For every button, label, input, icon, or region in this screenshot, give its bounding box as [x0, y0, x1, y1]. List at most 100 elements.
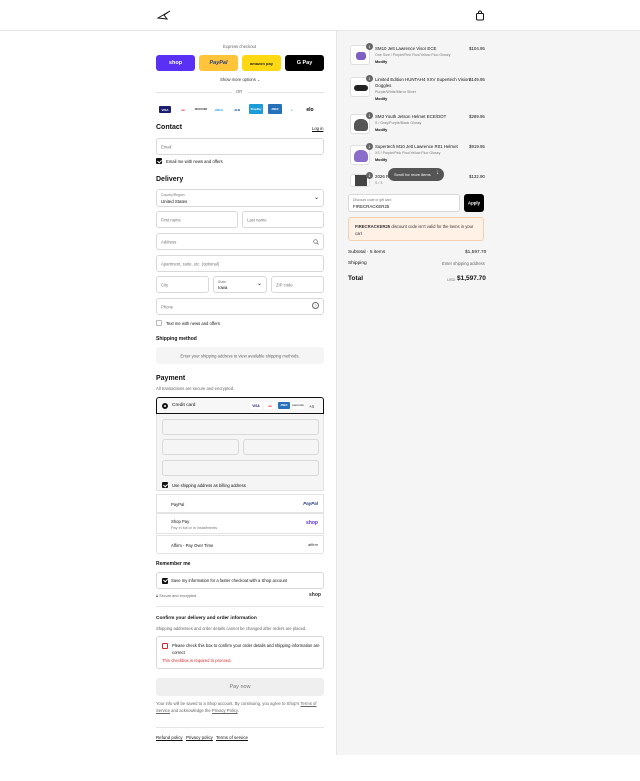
jcb-icon: JCB [231, 106, 243, 113]
card-name-field[interactable] [162, 460, 319, 476]
first-name-placeholder: First name [161, 217, 181, 222]
legal-text: Your info will be saved to a Shop accoun… [156, 701, 317, 713]
item-modify[interactable]: Modify [375, 97, 387, 101]
email-field[interactable]: Email [156, 138, 324, 155]
order-summary-pane [336, 31, 640, 755]
shipping-title: Shipping method [156, 336, 197, 342]
google-pay-label: G Pay [296, 60, 313, 66]
subtotal-value: $1,597.70 [465, 250, 487, 255]
pay-now-label: Pay now [229, 684, 251, 690]
city-placeholder: City [161, 282, 169, 287]
news-checkbox[interactable] [156, 158, 162, 164]
discount-label: Discount code or gift card [353, 198, 392, 202]
country-value: United States [161, 199, 188, 204]
confirm-checkbox[interactable] [162, 643, 168, 649]
elo-icon: elo [304, 106, 316, 113]
item-variant: S / Gray/Purple/Black Glossy [375, 121, 422, 125]
amex-icon: AMEX [278, 402, 290, 409]
amex-icon: AMEX [268, 104, 282, 114]
divider-left [156, 92, 232, 93]
paypal-button[interactable]: PayPal [199, 55, 238, 71]
remember-checkbox[interactable] [162, 577, 168, 584]
express-title: Express checkout [223, 44, 257, 49]
refund-policy-link[interactable]: Refund policy [156, 735, 183, 740]
card-form: Use shipping address as billing address [156, 414, 324, 491]
state-select[interactable]: State Iowa ⌄ [213, 276, 267, 293]
first-name-field[interactable]: First name [156, 211, 238, 228]
bag-icon[interactable] [475, 10, 485, 21]
phone-field[interactable]: Phone ? [156, 298, 324, 315]
item-qty-badge: 1 [366, 143, 373, 150]
email-placeholder: Email [161, 144, 172, 149]
currency-code: USD [447, 277, 456, 282]
zip-field[interactable]: ZIP code [271, 276, 324, 293]
card-cvv-field[interactable] [243, 439, 319, 455]
country-select[interactable]: Country/Region United States ⌄ [156, 189, 324, 207]
scroll-more-pill[interactable]: Scroll for more items ↓ [388, 168, 444, 181]
billing-checkbox[interactable] [162, 482, 168, 488]
privacy-link[interactable]: Privacy Policy [212, 708, 238, 713]
paypal-option[interactable]: PayPal PayPal [156, 494, 324, 513]
divider [156, 606, 324, 607]
item-modify[interactable]: Modify [375, 158, 387, 162]
apply-button[interactable]: Apply [464, 194, 484, 212]
affirm-icon: affirm [213, 106, 225, 113]
terms-of-service-link[interactable]: Terms of service [216, 735, 248, 740]
address-field[interactable]: Address [156, 233, 324, 250]
help-icon[interactable]: ? [312, 302, 319, 309]
item-price: $104.95 [469, 46, 485, 51]
billing-label: Use shipping address as billing address [172, 483, 246, 488]
chevron-down-icon: ⌄ [256, 281, 262, 287]
mastercard-icon: ●● [177, 106, 189, 113]
item-modify[interactable]: Modify [375, 60, 387, 64]
apartment-field[interactable]: Apartment, suite, etc. (optional) [156, 255, 324, 272]
diners-icon: ◐ [286, 106, 298, 113]
shop-pay-button[interactable]: shop [156, 55, 195, 71]
remember-title: Remember me [156, 561, 191, 567]
or-divider-text: OR [236, 89, 243, 94]
state-value: Iowa [218, 285, 228, 290]
total-value: $1,597.70 [457, 275, 486, 282]
lock-icon: 🔒︎ [156, 594, 159, 598]
visa-icon: VISA [159, 106, 171, 113]
discover-icon: DISCOVER [292, 402, 304, 409]
amazon-pay-button[interactable]: amazon pay [242, 55, 281, 71]
google-pay-button[interactable]: G Pay [285, 55, 324, 71]
news-label: Email me with news and offers [166, 159, 223, 164]
discount-error: FIRECRACKER25 discount code isn't valid … [348, 217, 484, 241]
pay-now-button[interactable]: Pay now [156, 678, 324, 696]
item-price: $132.90 [469, 174, 485, 179]
item-variant: One Size / Purple/Pink Fluo/Yellow Fluo … [375, 53, 451, 57]
logo-icon[interactable] [157, 10, 171, 20]
total-label: Total [348, 275, 364, 282]
shipping-label: Shipping [348, 261, 367, 266]
last-name-placeholder: Last name [247, 217, 267, 222]
login-link[interactable]: Log in [312, 126, 323, 131]
affirm-option[interactable]: Affirm - Pay Over Time affirm [156, 535, 324, 554]
credit-card-radio[interactable] [162, 403, 168, 409]
discount-field[interactable]: Discount code or gift card FIRECRACKER25 [348, 194, 460, 212]
show-more-options[interactable]: Show more options ⌄ [220, 77, 261, 82]
confirm-box: Please check this box to confirm your or… [156, 636, 324, 669]
confirm-error: This checkbox is required to proceed. [162, 658, 232, 663]
shop-pay-option[interactable]: Shop Pay Pay in full or in installments … [156, 513, 324, 534]
shop-pay-label: Shop Pay [171, 519, 190, 524]
card-number-field[interactable] [162, 419, 319, 435]
credit-card-option[interactable]: Credit card VISA ●● AMEX DISCOVER +4 [156, 397, 324, 414]
search-icon [313, 239, 319, 245]
text-checkbox[interactable] [156, 320, 162, 326]
subtotal-label: Subtotal · 5 items [348, 250, 386, 255]
item-modify[interactable]: Modify [375, 128, 387, 132]
confirm-title: Confirm your delivery and order informat… [156, 616, 257, 621]
paypal-label: PayPal [209, 60, 228, 66]
item-price: $149.95 [469, 77, 485, 82]
city-field[interactable]: City [156, 276, 209, 293]
shipping-note-box: Enter your shipping address to view avai… [156, 347, 324, 364]
item-qty-badge: 1 [366, 112, 373, 119]
card-expiry-field[interactable] [162, 439, 239, 455]
apartment-placeholder: Apartment, suite, etc. (optional) [161, 261, 220, 266]
last-name-field[interactable]: Last name [242, 211, 324, 228]
item-name-cont: Goggles [375, 83, 392, 88]
privacy-policy-link[interactable]: Privacy policy [186, 735, 213, 740]
visa-icon: VISA [250, 402, 262, 409]
